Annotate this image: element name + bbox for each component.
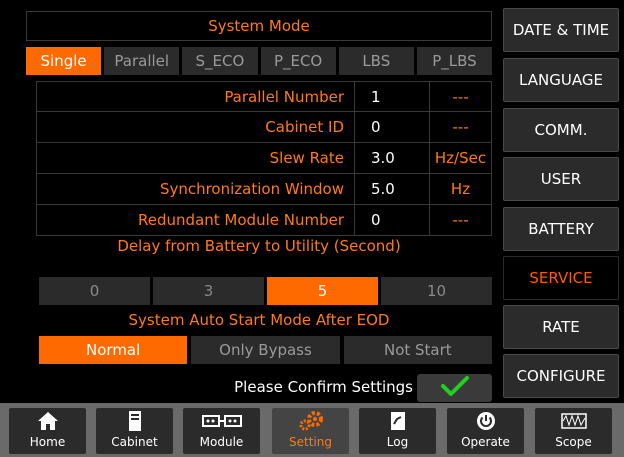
param-value-field[interactable]: 0 [355, 112, 430, 142]
cabinet-icon [96, 408, 173, 434]
side-item-configure[interactable]: CONFIGURE [503, 354, 619, 398]
home-icon [9, 408, 86, 434]
system-mode-tabs: Single Parallel S_ECO P_ECO LBS P_LBS [26, 47, 493, 75]
gears-icon [272, 408, 349, 434]
side-item-rate[interactable]: RATE [503, 305, 619, 349]
nav-label: Setting [289, 435, 332, 449]
side-item-language[interactable]: LANGUAGE [503, 58, 619, 102]
auto-start-not-start[interactable]: Not Start [343, 336, 492, 364]
nav-setting[interactable]: Setting [272, 408, 349, 454]
log-icon [359, 408, 436, 434]
module-icon [183, 408, 260, 434]
side-item-date-time[interactable]: DATE & TIME [503, 8, 619, 52]
param-unit: --- [452, 211, 469, 229]
nav-module[interactable]: Module [183, 408, 260, 454]
side-menu: DATE & TIME LANGUAGE COMM. USER BATTERY … [503, 8, 619, 400]
mode-tab-single[interactable]: Single [26, 47, 102, 75]
delay-option-3[interactable]: 3 [153, 277, 264, 305]
mode-tab-parallel[interactable]: Parallel [104, 47, 180, 75]
param-row-redundant-module: Redundant Module Number 0 --- [36, 205, 492, 236]
param-label: Slew Rate [37, 143, 355, 173]
delay-title: Delay from Battery to Utility (Second) [117, 237, 401, 255]
nav-home[interactable]: Home [9, 408, 86, 454]
mode-tab-lbs[interactable]: LBS [338, 47, 414, 75]
parameter-table: Parallel Number 1 --- Cabinet ID 0 --- S… [36, 81, 492, 236]
power-icon [447, 408, 524, 434]
check-icon [440, 375, 470, 401]
param-row-cabinet-id: Cabinet ID 0 --- [36, 112, 492, 143]
auto-start-only-bypass[interactable]: Only Bypass [191, 336, 340, 364]
mode-tab-p-eco[interactable]: P_ECO [260, 47, 336, 75]
auto-start-title: System Auto Start Mode After EOD [128, 311, 390, 329]
param-row-sync-window: Synchronization Window 5.0 Hz [36, 174, 492, 205]
system-mode-title: System Mode [26, 11, 492, 41]
param-label: Cabinet ID [37, 112, 355, 142]
side-item-user[interactable]: USER [503, 157, 619, 201]
nav-label: Log [386, 435, 409, 449]
nav-label: Scope [555, 435, 592, 449]
param-value-field[interactable]: 3.0 [355, 143, 430, 173]
mode-tab-p-lbs[interactable]: P_LBS [416, 47, 493, 75]
side-item-comm[interactable]: COMM. [503, 108, 619, 152]
param-unit: --- [452, 88, 469, 106]
confirm-label: Please Confirm Settings [234, 378, 413, 396]
nav-label: Module [199, 435, 244, 449]
param-unit: Hz [450, 180, 471, 198]
delay-options: 0 3 5 10 [39, 277, 492, 305]
param-value-field[interactable]: 1 [355, 82, 430, 111]
delay-option-5[interactable]: 5 [267, 277, 378, 305]
nav-label: Cabinet [111, 435, 158, 449]
delay-option-0[interactable]: 0 [39, 277, 150, 305]
param-row-parallel-number: Parallel Number 1 --- [36, 81, 492, 112]
screen: System Mode Single Parallel S_ECO P_ECO … [0, 0, 624, 457]
param-label: Redundant Module Number [37, 205, 355, 235]
side-item-service[interactable]: SERVICE [503, 256, 619, 300]
nav-log[interactable]: Log [359, 408, 436, 454]
scope-icon [535, 408, 612, 434]
mode-tab-s-eco[interactable]: S_ECO [182, 47, 258, 75]
auto-start-options: Normal Only Bypass Not Start [39, 336, 492, 364]
side-item-battery[interactable]: BATTERY [503, 207, 619, 251]
param-label: Parallel Number [37, 82, 355, 111]
auto-start-normal[interactable]: Normal [39, 336, 188, 364]
nav-label: Home [29, 435, 66, 449]
param-row-slew-rate: Slew Rate 3.0 Hz/Sec [36, 143, 492, 174]
param-value-field[interactable]: 0 [355, 205, 430, 235]
nav-cabinet[interactable]: Cabinet [96, 408, 173, 454]
nav-scope[interactable]: Scope [535, 408, 612, 454]
param-label: Synchronization Window [37, 174, 355, 204]
nav-operate[interactable]: Operate [447, 408, 524, 454]
param-value-field[interactable]: 5.0 [355, 174, 430, 204]
param-unit: Hz/Sec [434, 149, 487, 167]
param-unit: --- [452, 118, 469, 136]
nav-label: Operate [461, 435, 510, 449]
settings-panel: System Mode Single Parallel S_ECO P_ECO … [13, 11, 493, 402]
delay-option-10[interactable]: 10 [381, 277, 492, 305]
confirm-button[interactable] [417, 374, 492, 402]
bottom-nav: Home Cabinet Module Setting Log Operate … [0, 403, 624, 457]
